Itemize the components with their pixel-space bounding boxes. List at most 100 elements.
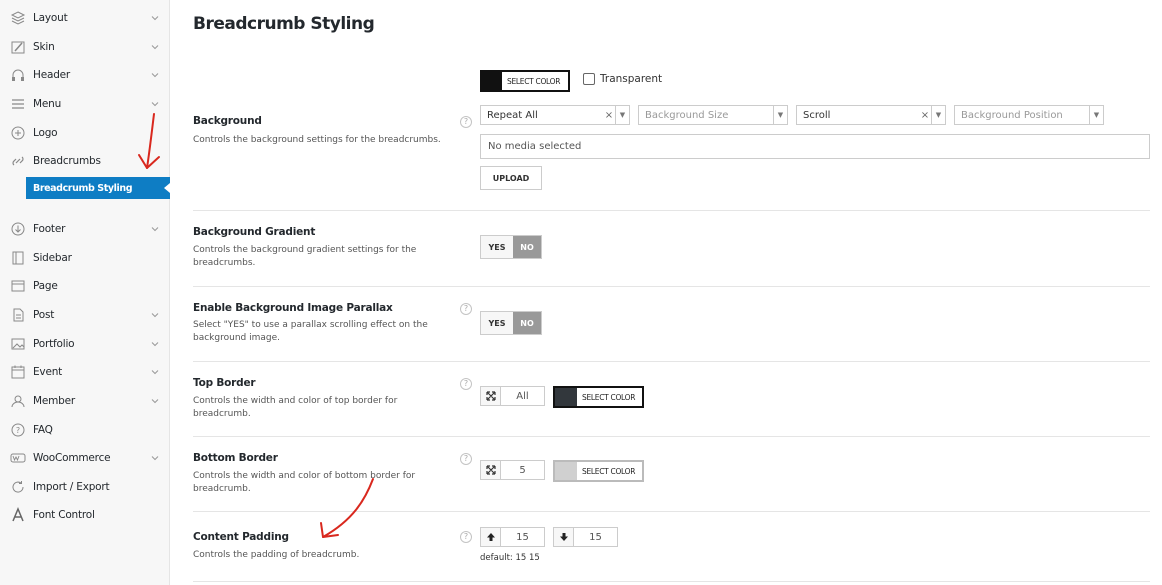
section-title: Background Gradient	[193, 226, 316, 238]
woocommerce-icon	[10, 450, 26, 466]
sidebar-item-font-control[interactable]: Font Control	[0, 501, 170, 529]
sidebar-item-label: Footer	[33, 223, 66, 235]
default-note: default: 15 15	[480, 553, 540, 563]
link-icon	[10, 153, 26, 169]
question-circle-icon: ?	[10, 422, 26, 438]
expand-icon	[481, 387, 501, 405]
transparent-checkbox[interactable]	[583, 73, 595, 85]
select-placeholder: Background Position	[961, 109, 1063, 121]
section-description: Controls the width and color of top bord…	[193, 396, 398, 419]
media-url-field[interactable]: No media selected	[480, 134, 1150, 159]
background-position-select[interactable]: Background Position ▼	[954, 105, 1104, 125]
sidebar-item-import-export[interactable]: Import / Export	[0, 473, 170, 501]
chevron-down-icon	[151, 370, 159, 375]
bottom-border-width-input[interactable]: 5	[480, 460, 545, 480]
help-icon[interactable]: ?	[460, 116, 472, 128]
headphones-icon	[10, 67, 26, 83]
sidebar-item-label: Member	[33, 395, 75, 407]
sidebar-item-menu[interactable]: Menu	[0, 90, 170, 118]
top-border-color-picker[interactable]: SELECT COLOR	[553, 386, 644, 408]
gradient-toggle[interactable]: YES NO	[480, 235, 542, 259]
sidebar-item-label: Page	[33, 280, 58, 292]
sidebar-item-skin[interactable]: Skin	[0, 33, 170, 61]
sidebar-item-event[interactable]: Event	[0, 358, 170, 386]
background-repeat-select[interactable]: Repeat All × ▼	[480, 105, 630, 125]
chevron-down-icon	[151, 399, 159, 404]
sidebar-icon	[10, 250, 26, 266]
help-icon[interactable]: ?	[460, 303, 472, 315]
section-content-padding: Content Padding Controls the padding of …	[193, 512, 1150, 582]
brush-icon	[10, 39, 26, 55]
input-value: All	[516, 390, 529, 402]
chevron-down-icon	[151, 16, 159, 21]
help-icon[interactable]: ?	[460, 378, 472, 390]
sidebar-item-member[interactable]: Member	[0, 387, 170, 415]
chevron-down-icon[interactable]: ▼	[931, 106, 945, 124]
calendar-icon	[10, 364, 26, 380]
help-icon[interactable]: ?	[460, 531, 472, 543]
sidebar-item-label: Sidebar	[33, 252, 72, 264]
section-background-gradient: Background Gradient Controls the backgro…	[193, 211, 1150, 287]
padding-bottom-input[interactable]: 15	[553, 527, 618, 547]
color-swatch	[482, 72, 502, 90]
image-icon	[10, 336, 26, 352]
chevron-down-icon[interactable]: ▼	[773, 106, 787, 124]
chevron-down-icon	[151, 227, 159, 232]
toggle-yes[interactable]: YES	[481, 312, 513, 334]
toggle-no[interactable]: NO	[513, 312, 541, 334]
select-value: Repeat All	[487, 109, 538, 121]
toggle-yes[interactable]: YES	[481, 236, 513, 258]
section-parallax: Enable Background Image Parallax Select …	[193, 287, 1150, 362]
sidebar-item-faq[interactable]: ? FAQ	[0, 416, 170, 444]
sidebar-subitem-breadcrumb-styling[interactable]: Breadcrumb Styling	[26, 177, 170, 199]
upload-button[interactable]: UPLOAD	[480, 166, 542, 190]
input-value: 15	[516, 531, 529, 543]
background-size-select[interactable]: Background Size ▼	[638, 105, 788, 125]
background-color-picker[interactable]: SELECT COLOR	[480, 70, 570, 92]
users-icon	[10, 393, 26, 409]
color-swatch	[555, 462, 577, 480]
sidebar-item-label: Menu	[33, 98, 62, 110]
top-border-width-input[interactable]: All	[480, 386, 545, 406]
section-title: Content Padding	[193, 531, 289, 543]
section-title: Background	[193, 115, 262, 127]
page-title: Breadcrumb Styling	[193, 14, 375, 34]
bottom-border-color-picker[interactable]: SELECT COLOR	[553, 460, 644, 482]
padding-top-input[interactable]: 15	[480, 527, 545, 547]
sidebar-item-label: Post	[33, 309, 55, 321]
parallax-toggle[interactable]: YES NO	[480, 311, 542, 335]
sidebar-item-breadcrumbs[interactable]: Breadcrumbs	[0, 147, 170, 175]
sidebar-item-page[interactable]: Page	[0, 272, 170, 300]
chevron-down-icon	[151, 456, 159, 461]
refresh-icon	[10, 479, 26, 495]
sidebar-item-label: Import / Export	[33, 481, 110, 493]
help-icon[interactable]: ?	[460, 453, 472, 465]
sidebar-item-portfolio[interactable]: Portfolio	[0, 330, 170, 358]
chevron-down-icon	[151, 342, 159, 347]
sidebar-item-label: Portfolio	[33, 338, 75, 350]
section-description: Controls the background settings for the…	[193, 135, 441, 145]
background-attachment-select[interactable]: Scroll × ▼	[796, 105, 946, 125]
sidebar-item-layout[interactable]: Layout	[0, 4, 170, 32]
sidebar-item-woocommerce[interactable]: WooCommerce	[0, 444, 170, 472]
chevron-down-icon	[151, 313, 159, 318]
toggle-no[interactable]: NO	[513, 236, 541, 258]
sidebar-item-label: Breadcrumb Styling	[33, 182, 133, 194]
sidebar-item-label: FAQ	[33, 424, 53, 436]
chevron-down-icon[interactable]: ▼	[615, 106, 629, 124]
sidebar-item-label: Layout	[33, 12, 68, 24]
clear-icon[interactable]: ×	[603, 110, 615, 121]
menu-icon	[10, 96, 26, 112]
sidebar-item-logo[interactable]: Logo	[0, 119, 170, 147]
clear-icon[interactable]: ×	[919, 110, 931, 121]
input-value: 5	[519, 464, 526, 476]
sidebar-item-header[interactable]: Header	[0, 61, 170, 89]
sidebar-item-label: WooCommerce	[33, 452, 111, 464]
chevron-down-icon	[151, 45, 159, 50]
arrow-up-icon	[481, 528, 501, 546]
sidebar-item-post[interactable]: Post	[0, 301, 170, 329]
chevron-down-icon[interactable]: ▼	[1089, 106, 1103, 124]
post-icon	[10, 307, 26, 323]
sidebar-item-footer[interactable]: Footer	[0, 215, 170, 243]
sidebar-item-sidebar[interactable]: Sidebar	[0, 244, 170, 272]
